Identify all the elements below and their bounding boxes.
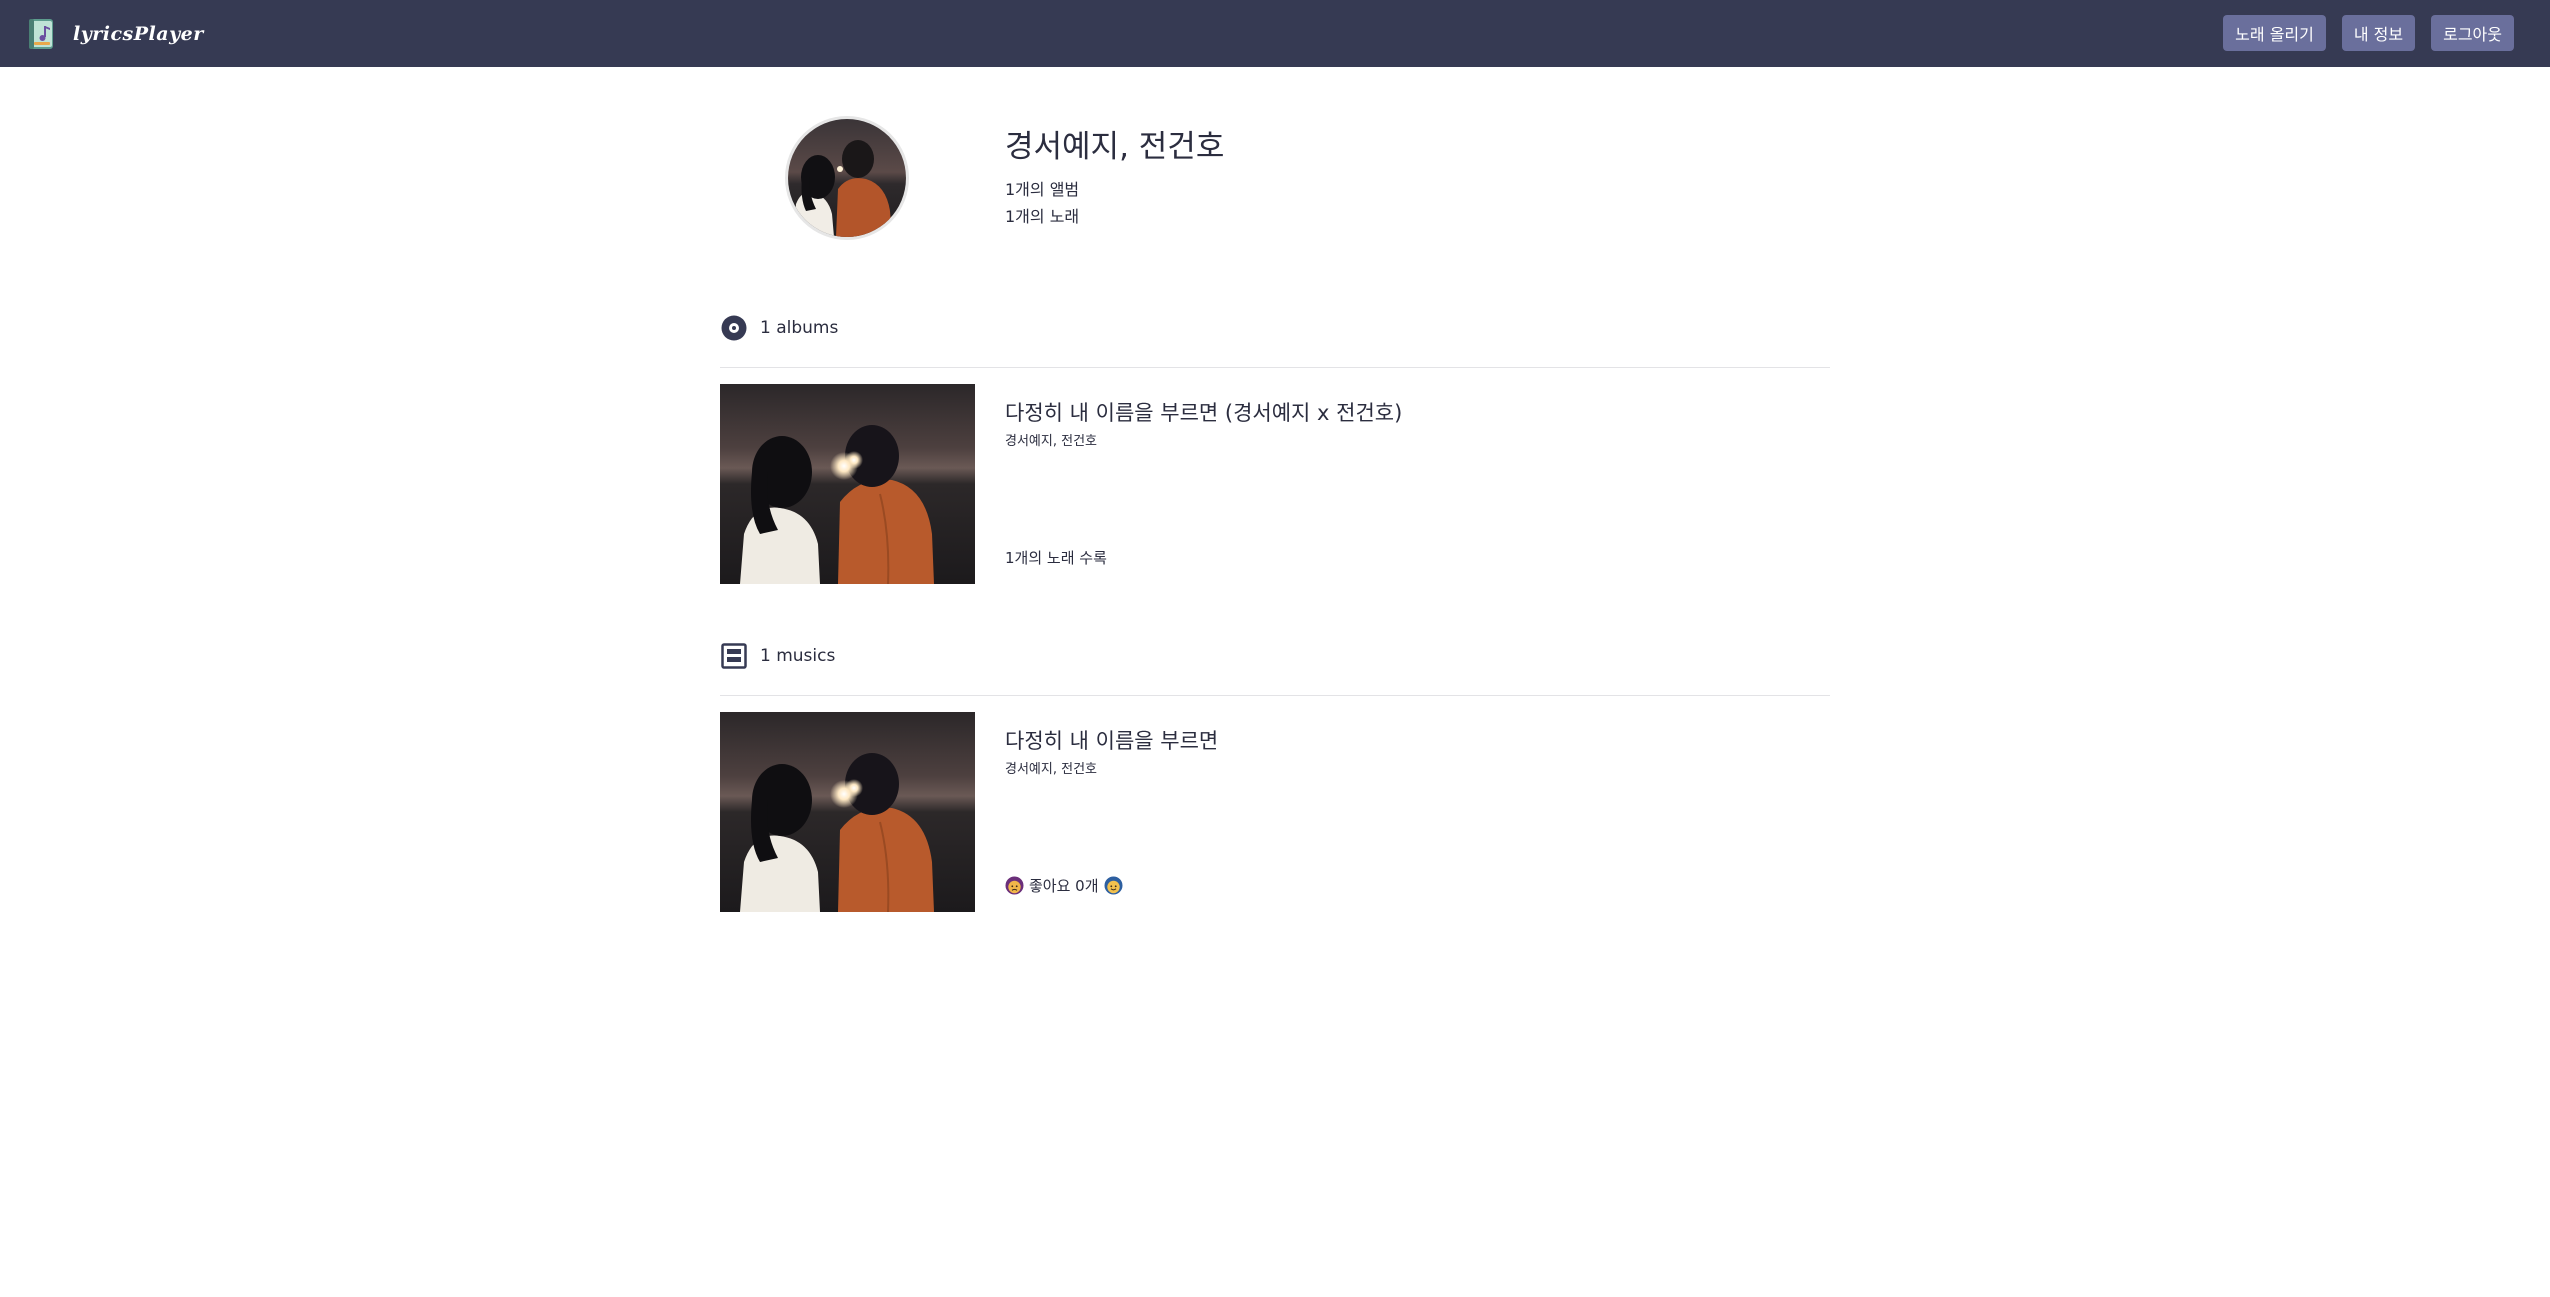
upload-song-button[interactable]: 노래 올리기 xyxy=(2223,15,2326,51)
artist-album-count: 1개의 앨범 xyxy=(1005,180,1080,199)
album-cover[interactable] xyxy=(720,384,975,584)
app-name: lyricsPlayer xyxy=(73,23,204,45)
brand-home-link[interactable]: lyricsPlayer xyxy=(28,18,204,50)
top-navbar: lyricsPlayer 노래 올리기 내 정보 로그아웃 xyxy=(0,0,2550,67)
music-artist: 경서예지, 전건호 xyxy=(1005,762,1097,777)
album-artist: 경서예지, 전건호 xyxy=(1005,434,1097,449)
my-profile-button[interactable]: 내 정보 xyxy=(2341,15,2416,51)
albums-section-header: 1 albums xyxy=(720,308,1830,348)
musics-section-label: 1 musics xyxy=(760,646,836,666)
likes-count-text: 좋아요 0개 xyxy=(1029,877,1099,895)
music-list-icon xyxy=(721,643,747,669)
logout-button[interactable]: 로그아웃 xyxy=(2431,15,2514,51)
musics-section-header: 1 musics xyxy=(720,636,1830,676)
music-cover[interactable] xyxy=(720,712,975,912)
disc-icon xyxy=(721,315,747,341)
album-title[interactable]: 다정히 내 이름을 부르면 (경서예지 x 전건호) xyxy=(1005,397,1402,427)
albums-divider xyxy=(720,367,1830,368)
album-track-count: 1개의 노래 수록 xyxy=(1005,549,1107,567)
sad-face-icon[interactable] xyxy=(1005,876,1024,895)
artist-avatar xyxy=(785,116,909,240)
albums-section-label: 1 albums xyxy=(760,318,839,338)
musics-divider xyxy=(720,695,1830,696)
music-title[interactable]: 다정히 내 이름을 부르면 xyxy=(1005,725,1218,755)
nav-button-group: 노래 올리기 내 정보 로그아웃 xyxy=(2223,15,2514,51)
artist-name: 경서예지, 전건호 xyxy=(1005,129,1225,165)
happy-face-icon[interactable] xyxy=(1104,876,1123,895)
music-book-icon xyxy=(29,19,53,49)
music-cover-image xyxy=(720,712,975,912)
artist-photo xyxy=(788,119,906,237)
album-cover-image xyxy=(720,384,975,584)
artist-song-count: 1개의 노래 xyxy=(1005,207,1080,226)
music-likes: 좋아요 0개 xyxy=(1005,875,1123,896)
